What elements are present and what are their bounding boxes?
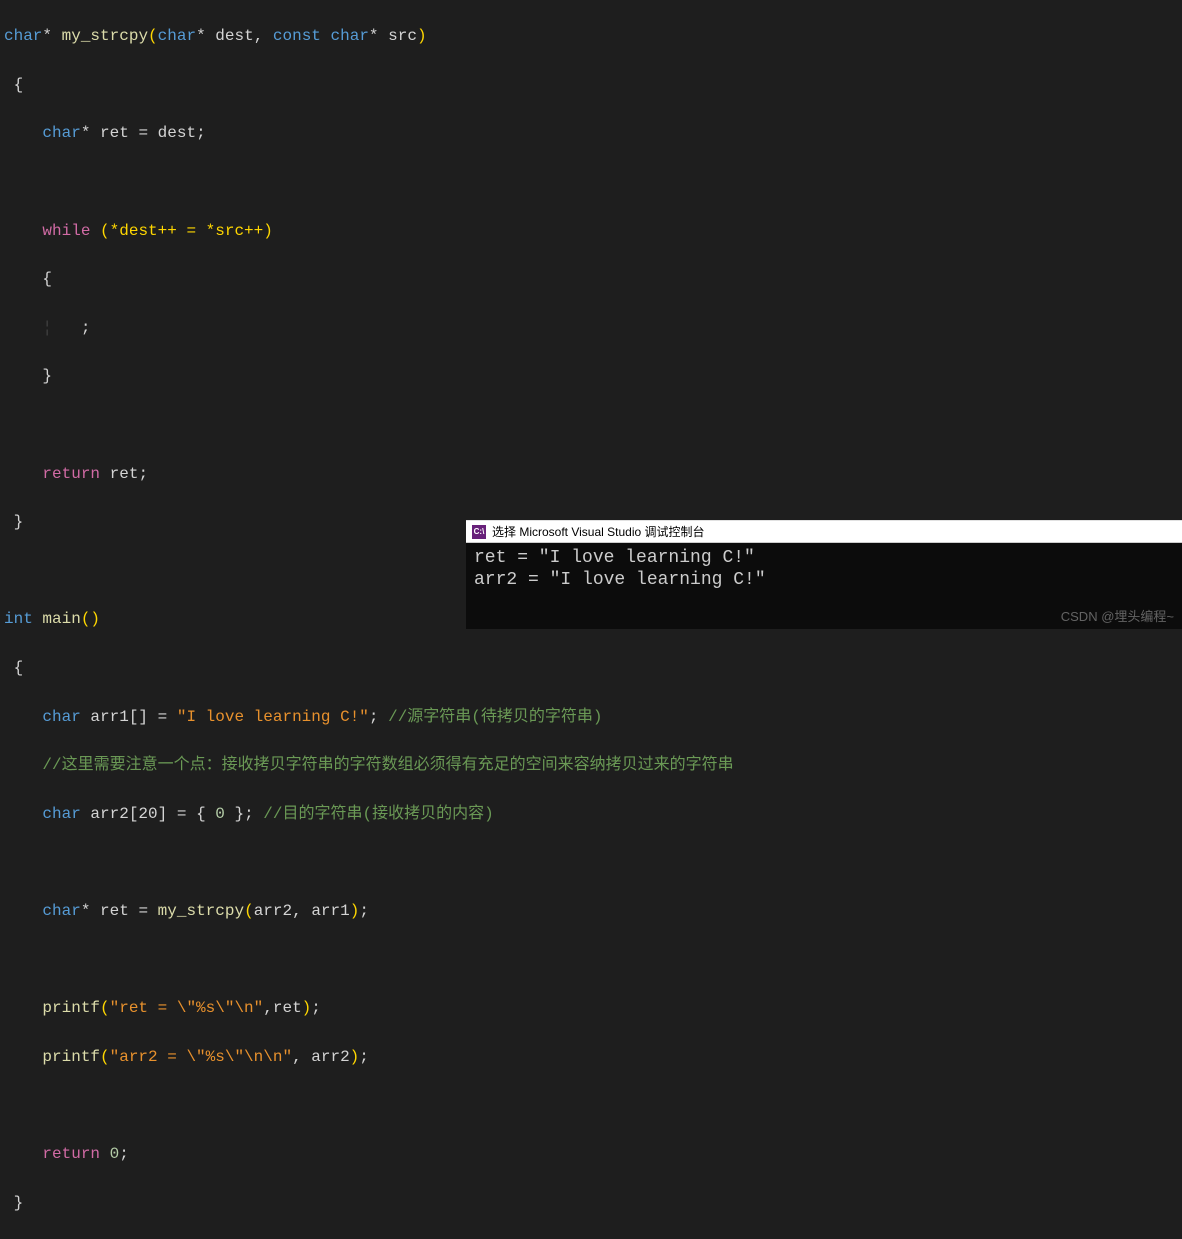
code-line: [4, 1093, 1182, 1117]
operator: =: [158, 708, 168, 726]
type-keyword: int: [4, 610, 33, 628]
type-keyword: char: [42, 805, 80, 823]
code-line: {: [4, 73, 1182, 97]
code-line: }: [4, 1191, 1182, 1215]
function-name: main: [42, 610, 80, 628]
code-line: ¦ ;: [4, 316, 1182, 340]
code-line: [4, 850, 1182, 874]
code-line: [4, 948, 1182, 972]
code-line: char* ret = dest;: [4, 121, 1182, 145]
type-keyword: char: [4, 27, 42, 45]
const-keyword: const: [273, 27, 321, 45]
pointer-op: *: [369, 27, 379, 45]
operator: =: [138, 902, 148, 920]
number: 0: [215, 805, 225, 823]
argument: ret: [273, 999, 302, 1017]
code-line: }: [4, 364, 1182, 388]
condition: (*dest++ = *src++): [100, 222, 273, 240]
pointer-op: *: [42, 27, 52, 45]
vs-icon: C:\: [472, 525, 486, 539]
variable: ret: [100, 124, 129, 142]
type-keyword: char: [42, 902, 80, 920]
pointer-op: *: [196, 27, 206, 45]
code-line: [4, 413, 1182, 437]
code-line: printf("arr2 = \"%s\"\n\n", arr2);: [4, 1045, 1182, 1069]
console-titlebar[interactable]: C:\ 选择 Microsoft Visual Studio 调试控制台: [466, 521, 1182, 543]
operator: =: [138, 124, 148, 142]
code-line: char* my_strcpy(char* dest, const char* …: [4, 24, 1182, 48]
brackets: []: [129, 708, 148, 726]
console-line: arr2 = "I love learning C!": [474, 569, 1174, 591]
console-title: 选择 Microsoft Visual Studio 调试控制台: [492, 523, 705, 540]
comment: //源字符串(待拷贝的字符串): [388, 708, 602, 726]
string-literal: "I love learning C!": [177, 708, 369, 726]
code-line: return 0;: [4, 1142, 1182, 1166]
function-name: my_strcpy: [62, 27, 148, 45]
comment: //目的字符串(接收拷贝的内容): [263, 805, 493, 823]
pointer-op: *: [81, 124, 91, 142]
return-keyword: return: [42, 465, 100, 483]
param-name: dest: [215, 27, 253, 45]
console-line: ret = "I love learning C!": [474, 547, 1174, 569]
code-line: {: [4, 267, 1182, 291]
operator: =: [177, 805, 187, 823]
code-line: {: [4, 656, 1182, 680]
type-keyword: char: [331, 27, 369, 45]
variable: ret: [100, 902, 129, 920]
console-output: ret = "I love learning C!"arr2 = "I love…: [466, 543, 1182, 595]
code-line: return ret;: [4, 462, 1182, 486]
type-keyword: char: [42, 708, 80, 726]
while-keyword: while: [42, 222, 90, 240]
code-line: char* ret = my_strcpy(arr2, arr1);: [4, 899, 1182, 923]
type-keyword: char: [42, 124, 80, 142]
brackets: [20]: [129, 805, 167, 823]
function-call: my_strcpy: [158, 902, 244, 920]
variable: arr2: [90, 805, 128, 823]
number: 0: [110, 1145, 120, 1163]
code-line: while (*dest++ = *src++): [4, 219, 1182, 243]
function-call: printf: [42, 1048, 100, 1066]
code-line: printf("ret = \"%s\"\n",ret);: [4, 996, 1182, 1020]
param-name: src: [388, 27, 417, 45]
argument: arr2: [254, 902, 292, 920]
variable: dest: [158, 124, 196, 142]
code-line: char arr2[20] = { 0 }; //目的字符串(接收拷贝的内容): [4, 802, 1182, 826]
code-line: [4, 170, 1182, 194]
type-keyword: char: [158, 27, 196, 45]
string-literal: "arr2 = \"%s\"\n\n": [110, 1048, 292, 1066]
pointer-op: *: [81, 902, 91, 920]
function-call: printf: [42, 999, 100, 1017]
code-line: //这里需要注意一个点：接收拷贝字符串的字符数组必须得有充足的空间来容纳拷贝过来…: [4, 753, 1182, 777]
code-line: char arr1[] = "I love learning C!"; //源字…: [4, 705, 1182, 729]
variable: arr1: [90, 708, 128, 726]
return-keyword: return: [42, 1145, 100, 1163]
string-literal: "ret = \"%s\"\n": [110, 999, 264, 1017]
semicolon: ;: [81, 319, 91, 337]
variable: ret: [110, 465, 139, 483]
argument: arr2: [311, 1048, 349, 1066]
watermark: CSDN @埋头编程~: [1061, 606, 1174, 625]
argument: arr1: [311, 902, 349, 920]
comment: //这里需要注意一个点：接收拷贝字符串的字符数组必须得有充足的空间来容纳拷贝过来…: [42, 756, 733, 774]
